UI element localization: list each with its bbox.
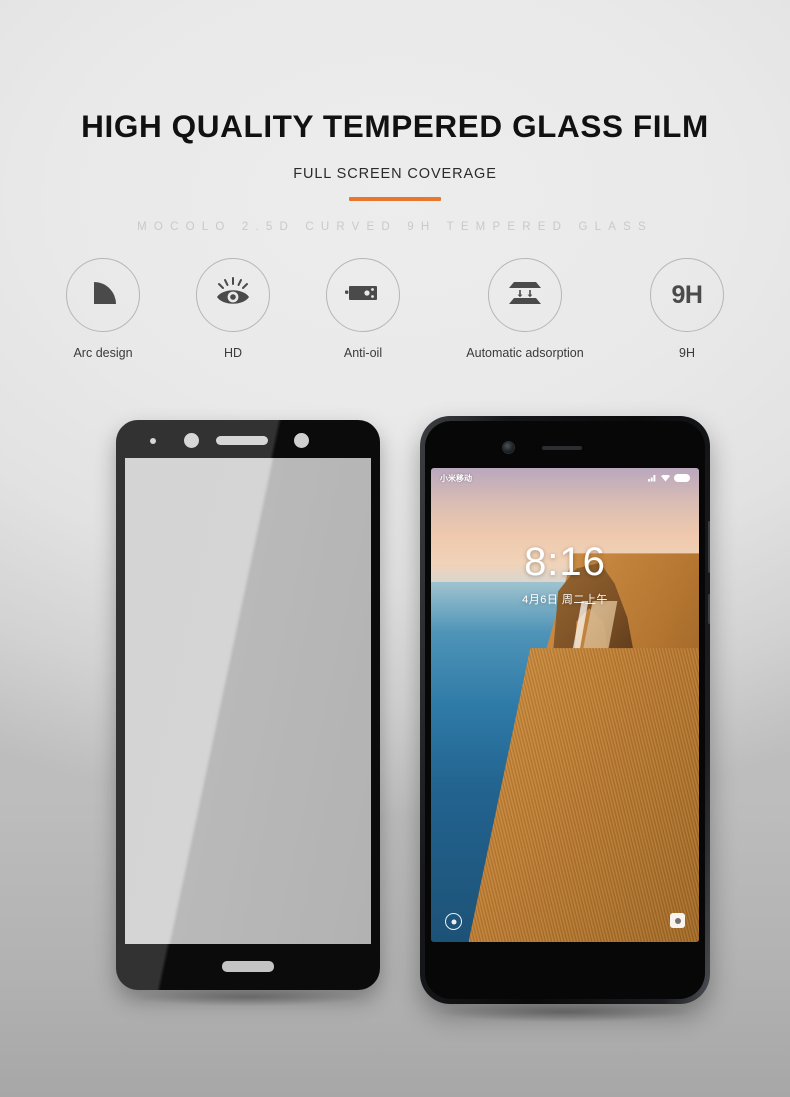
tempered-glass-screen-protector [116, 420, 380, 1006]
lock-screen-clock: 8:16 4月6日 周二上午 [431, 542, 699, 607]
proximity-sensor-icon [184, 433, 199, 448]
adsorption-plates-icon [505, 277, 545, 314]
product-banner: HIGH QUALITY TEMPERED GLASS FILM FULL SC… [0, 0, 790, 1097]
feature-automatic-adsorption: Automatic adsorption [450, 258, 600, 360]
phone-body: 小米移动 8:16 4月6日 周二上午 [420, 416, 710, 1004]
front-camera-hole-icon [294, 433, 309, 448]
feature-label: Arc design [73, 346, 133, 360]
carrier-label: 小米移动 [440, 473, 472, 483]
feature-icon-frame: 9H [650, 258, 724, 332]
signal-icon [648, 474, 656, 482]
eye-icon [214, 276, 252, 315]
power-button[interactable] [708, 594, 710, 624]
sensor-dot-icon [150, 438, 156, 444]
feature-anti-oil: Anti-oil [320, 258, 406, 360]
earpiece-icon [542, 446, 582, 450]
hardness-9h-icon: 9H [671, 280, 703, 309]
glass-surface [125, 458, 371, 944]
product-showcase: 小米移动 8:16 4月6日 周二上午 [0, 410, 790, 1030]
earpiece-slot-icon [216, 436, 268, 445]
oil-repel-icon [343, 279, 383, 312]
page-title: HIGH QUALITY TEMPERED GLASS FILM [81, 108, 709, 144]
wifi-icon [661, 474, 670, 482]
status-icons [648, 474, 690, 482]
glass-body [116, 420, 380, 990]
feature-label: HD [223, 346, 243, 360]
status-bar: 小米移动 [431, 468, 699, 488]
phone-drop-shadow [440, 1002, 690, 1022]
feature-icon-frame [326, 258, 400, 332]
feature-label: Anti-oil [343, 346, 383, 360]
clock-date: 4月6日 周二上午 [522, 594, 608, 606]
glass-drop-shadow [134, 988, 362, 1006]
feature-label: Automatic adsorption [466, 346, 584, 360]
phone-screen[interactable]: 小米移动 8:16 4月6日 周二上午 [431, 468, 699, 942]
feature-label: 9H [679, 346, 695, 360]
clock-time: 8:16 [524, 540, 606, 584]
feature-arc-design: Arc design [60, 258, 146, 360]
flashlight-icon[interactable] [445, 913, 462, 930]
lock-screen-actions [431, 913, 699, 930]
feature-list: Arc design HD Anti-oil Automatic adsorpt… [0, 258, 790, 360]
feature-icon-frame [196, 258, 270, 332]
arc-quarter-circle-icon [86, 276, 120, 315]
feature-icon-frame [66, 258, 140, 332]
brand-tagline: MOCOLO 2.5D CURVED 9H TEMPERED GLASS [137, 221, 653, 233]
camera-icon[interactable] [670, 913, 685, 928]
accent-divider [349, 197, 441, 201]
volume-rocker-button[interactable] [708, 521, 710, 573]
feature-icon-frame [488, 258, 562, 332]
home-button-cutout-icon [222, 961, 274, 972]
smartphone: 小米移动 8:16 4月6日 周二上午 [420, 416, 710, 1022]
page-subtitle: FULL SCREEN COVERAGE [293, 166, 497, 182]
battery-icon [674, 474, 690, 482]
front-camera-icon [503, 442, 514, 453]
header: HIGH QUALITY TEMPERED GLASS FILM FULL SC… [0, 108, 790, 233]
feature-hd: HD [190, 258, 276, 360]
feature-9h-hardness: 9H 9H [644, 258, 730, 360]
